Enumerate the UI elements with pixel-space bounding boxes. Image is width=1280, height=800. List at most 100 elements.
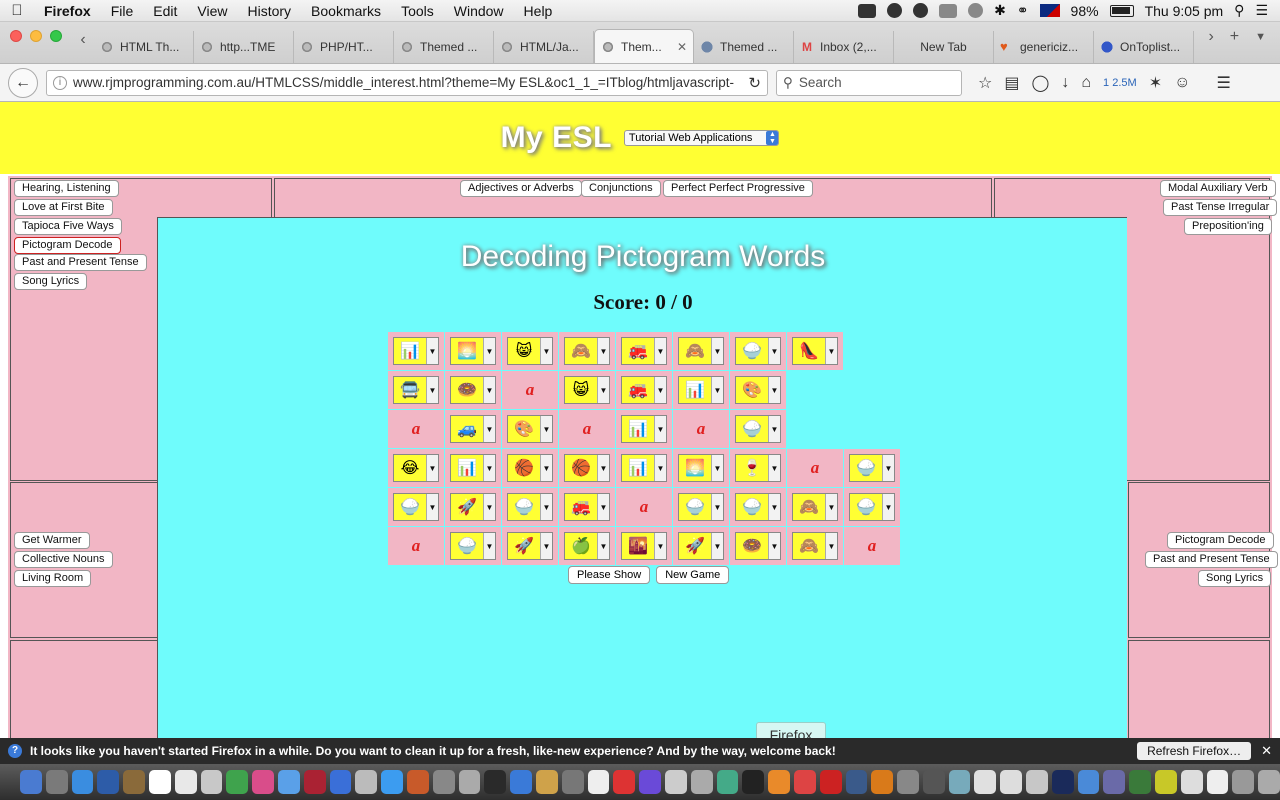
link-get-warmer[interactable]: Get Warmer xyxy=(14,532,90,549)
menu-edit[interactable]: Edit xyxy=(143,3,187,19)
pictogram-select[interactable]: 🍚 ▼ xyxy=(393,493,439,521)
dock-app-icon[interactable] xyxy=(123,770,145,794)
spotlight-search-icon[interactable]: ⚲ xyxy=(1234,2,1244,19)
dock-app-icon[interactable] xyxy=(871,770,894,794)
tab-3[interactable]: Themed ... xyxy=(394,31,494,63)
pictogram-select[interactable]: 🚒 ▼ xyxy=(564,493,610,521)
back-button[interactable]: ← xyxy=(8,67,38,98)
close-window-button[interactable] xyxy=(10,29,22,42)
site-info-icon[interactable]: i xyxy=(53,75,67,90)
close-notification-icon[interactable]: ✕ xyxy=(1261,743,1272,759)
airplay-icon[interactable] xyxy=(939,3,958,18)
pictogram-select[interactable]: 🌅 ▼ xyxy=(678,454,724,482)
dock-app-icon[interactable] xyxy=(639,770,661,794)
menu-help[interactable]: Help xyxy=(514,3,563,19)
pictogram-select[interactable]: 🏀 ▼ xyxy=(507,454,553,482)
dock-app-icon[interactable] xyxy=(1000,770,1023,794)
dock-app-icon[interactable] xyxy=(277,770,300,794)
dock-app-icon[interactable] xyxy=(561,770,584,794)
pictogram-select[interactable]: 📊 ▼ xyxy=(621,415,667,443)
pictogram-select[interactable]: 🍩 ▼ xyxy=(450,376,496,404)
tab-6[interactable]: Themed ... xyxy=(694,31,794,63)
input-source-flag-icon[interactable] xyxy=(1039,4,1060,17)
link-prepositioning[interactable]: Preposition'ing xyxy=(1184,218,1272,235)
pocket-icon[interactable]: ◯ xyxy=(1031,73,1049,93)
bookmark-star-icon[interactable]: ☆ xyxy=(978,73,992,93)
dock-app-icon[interactable] xyxy=(174,770,197,794)
addon-icon[interactable]: ✶ xyxy=(1149,73,1162,93)
dock-app-icon[interactable] xyxy=(845,770,868,794)
pictogram-select[interactable]: 😸 ▼ xyxy=(564,376,610,404)
menu-file[interactable]: File xyxy=(101,3,144,19)
dock-app-icon[interactable] xyxy=(793,770,816,794)
dock-app-icon[interactable] xyxy=(1155,770,1177,794)
dock-app-icon[interactable] xyxy=(897,770,919,794)
dock-app-icon[interactable] xyxy=(922,770,945,794)
pictogram-select[interactable]: 🍚 ▼ xyxy=(735,337,781,365)
pictogram-select[interactable]: 📊 ▼ xyxy=(621,454,667,482)
reading-list-icon[interactable]: ▤ xyxy=(1004,73,1019,93)
pictogram-select[interactable]: 🍚 ▼ xyxy=(678,493,724,521)
dock-app-icon[interactable] xyxy=(71,770,94,794)
menu-tools[interactable]: Tools xyxy=(391,3,444,19)
dock-app-icon[interactable] xyxy=(97,770,120,794)
site-select-dropdown[interactable]: Tutorial Web Applications ▲ ▼ xyxy=(623,130,780,146)
pictogram-select[interactable]: 🚙 ▼ xyxy=(450,415,496,443)
pictogram-select[interactable]: 🍏 ▼ xyxy=(564,532,610,560)
time-machine-icon[interactable] xyxy=(968,3,984,18)
dock-app-icon[interactable] xyxy=(1129,770,1152,794)
dock-app-icon[interactable] xyxy=(1206,770,1229,794)
pictogram-select[interactable]: 🚀 ▼ xyxy=(507,532,553,560)
dock-app-icon[interactable] xyxy=(768,770,790,794)
dock-app-icon[interactable] xyxy=(1026,770,1048,794)
dock-app-icon[interactable] xyxy=(716,770,739,794)
url-text[interactable]: www.rjmprogramming.com.au/HTMLCSS/middle… xyxy=(73,75,734,90)
pictogram-select[interactable]: 🍚 ▼ xyxy=(849,493,895,521)
dock-app-icon[interactable] xyxy=(45,770,68,794)
tab-8[interactable]: New Tab xyxy=(894,31,994,63)
bluetooth-icon[interactable]: ✱ xyxy=(994,2,1006,19)
pictogram-select[interactable]: 😸 ▼ xyxy=(507,337,553,365)
new-game-button[interactable]: New Game xyxy=(656,566,730,584)
tab-scroll-left-icon[interactable]: ‹ xyxy=(72,31,94,55)
dock-app-icon[interactable] xyxy=(1051,770,1074,794)
dock-app-icon[interactable] xyxy=(1103,770,1126,794)
menu-bookmarks[interactable]: Bookmarks xyxy=(301,3,391,19)
notification-center-icon[interactable]: ☰ xyxy=(1255,2,1268,19)
tab-1[interactable]: http...TME xyxy=(194,31,294,63)
tab-9[interactable]: ♥ genericiz... xyxy=(994,31,1094,63)
dock-app-icon[interactable] xyxy=(458,770,481,794)
pictogram-select[interactable]: 🌅 ▼ xyxy=(450,337,496,365)
pictogram-select[interactable]: 🎨 ▼ xyxy=(507,415,553,443)
pictogram-select[interactable]: 🙈 ▼ xyxy=(792,493,838,521)
dock-app-icon[interactable] xyxy=(742,770,765,794)
dock-app-icon[interactable] xyxy=(510,770,532,794)
refresh-firefox-button[interactable]: Refresh Firefox… xyxy=(1137,742,1252,760)
pictogram-select[interactable]: 😂 ▼ xyxy=(393,454,439,482)
pictogram-select[interactable]: 🚀 ▼ xyxy=(678,532,724,560)
link-pictogram-decode-right[interactable]: Pictogram Decode xyxy=(1167,532,1274,549)
pictogram-select[interactable]: 🚒 ▼ xyxy=(621,337,667,365)
tab-10[interactable]: OnToplist... xyxy=(1094,31,1194,63)
url-bar[interactable]: i www.rjmprogramming.com.au/HTMLCSS/midd… xyxy=(46,69,768,96)
pictogram-select[interactable]: 🍚 ▼ xyxy=(735,493,781,521)
chat-icon[interactable]: ☺ xyxy=(1174,74,1190,92)
link-living-room[interactable]: Living Room xyxy=(14,570,92,587)
link-past-and-present-tense-right[interactable]: Past and Present Tense xyxy=(1145,551,1278,568)
dock-app-icon[interactable] xyxy=(381,770,403,794)
dock-app-icon[interactable] xyxy=(1232,770,1255,794)
status-sync-icon[interactable] xyxy=(913,3,929,18)
dock-app-icon[interactable] xyxy=(948,770,971,794)
dock-app-icon[interactable] xyxy=(1077,770,1100,794)
dock-app-icon[interactable] xyxy=(355,770,378,794)
apple-menu-icon[interactable]:  xyxy=(0,2,34,19)
tab-list-chevron-down-icon[interactable]: ▼ xyxy=(1255,31,1266,43)
pictogram-select[interactable]: 🍷 ▼ xyxy=(735,454,781,482)
dock-app-icon[interactable] xyxy=(432,770,455,794)
dock-app-icon[interactable] xyxy=(1180,770,1203,794)
pictogram-select[interactable]: 📊 ▼ xyxy=(393,337,439,365)
tab-4[interactable]: HTML/Ja... xyxy=(494,31,594,63)
link-adjectives-or-adverbs[interactable]: Adjectives or Adverbs xyxy=(460,180,582,197)
menu-history[interactable]: History xyxy=(237,3,301,19)
link-pictogram-decode[interactable]: Pictogram Decode xyxy=(14,237,121,254)
